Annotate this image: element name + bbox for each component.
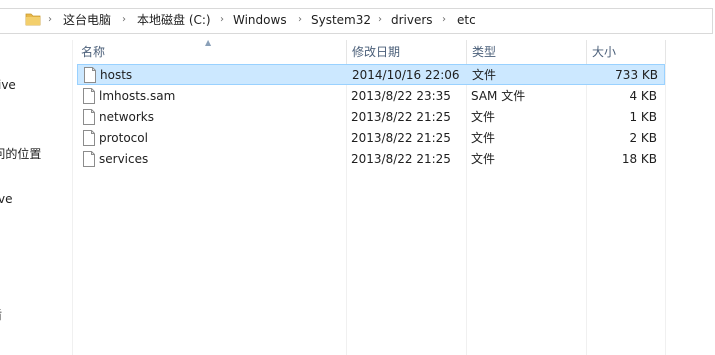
file-row[interactable]: networks 2013/8/22 21:25 文件 1 KB <box>77 107 665 128</box>
folder-icon <box>25 13 41 26</box>
file-name: networks <box>99 110 154 124</box>
file-modified: 2013/8/22 21:25 <box>351 152 451 166</box>
file-row[interactable]: protocol 2013/8/22 21:25 文件 2 KB <box>77 128 665 149</box>
breadcrumb-drivers[interactable]: drivers <box>391 11 433 29</box>
file-type: 文件 <box>471 110 496 124</box>
file-icon <box>83 130 95 146</box>
file-type: 文件 <box>471 152 496 166</box>
chevron-right-icon[interactable]: › <box>375 13 385 27</box>
file-modified: 2014/10/16 22:06 <box>352 68 460 82</box>
file-row[interactable]: hosts 2014/10/16 22:06 文件 733 KB <box>77 64 665 85</box>
breadcrumb-this-pc[interactable]: 这台电脑 <box>63 11 111 29</box>
file-name: lmhosts.sam <box>99 89 176 103</box>
column-line <box>665 64 666 355</box>
column-divider[interactable] <box>586 40 587 64</box>
breadcrumb-windows[interactable]: Windows <box>233 11 287 29</box>
chevron-right-icon[interactable]: › <box>295 13 305 27</box>
file-type: SAM 文件 <box>471 89 526 103</box>
chevron-right-icon[interactable]: › <box>217 13 227 27</box>
chevron-right-icon[interactable]: › <box>439 13 449 27</box>
file-size: 733 KB <box>615 68 658 82</box>
file-type: 文件 <box>471 131 496 145</box>
file-modified: 2013/8/22 21:25 <box>351 131 451 145</box>
column-divider[interactable] <box>346 40 347 64</box>
column-header-modified[interactable]: 修改日期 <box>352 40 400 64</box>
pane-divider[interactable] <box>72 40 73 355</box>
file-name: protocol <box>99 131 148 145</box>
nav-item-recent-places[interactable]: l问的位置 <box>0 145 41 163</box>
file-icon <box>84 67 96 83</box>
nav-item-onedrive[interactable]: ive <box>0 76 16 94</box>
file-name: hosts <box>100 68 133 82</box>
file-type: 文件 <box>472 68 497 82</box>
navigation-pane: ive l问的位置 ve 盾 <box>0 40 60 355</box>
chevron-right-icon[interactable]: › <box>45 13 55 27</box>
file-row[interactable]: services 2013/8/22 21:25 文件 18 KB <box>77 149 665 170</box>
column-header-type[interactable]: 类型 <box>472 40 496 64</box>
column-header-name[interactable]: 名称 <box>81 40 105 64</box>
nav-item-drive[interactable]: ve <box>0 190 12 208</box>
nav-item-network[interactable]: 盾 <box>0 306 2 324</box>
file-icon <box>83 88 95 104</box>
file-size: 2 KB <box>629 131 657 145</box>
file-size: 18 KB <box>621 152 657 166</box>
column-divider[interactable] <box>466 40 467 64</box>
file-size: 4 KB <box>629 89 657 103</box>
chevron-right-icon[interactable]: › <box>119 13 129 27</box>
breadcrumb-etc[interactable]: etc <box>457 11 476 29</box>
file-modified: 2013/8/22 23:35 <box>351 89 451 103</box>
file-modified: 2013/8/22 21:25 <box>351 110 451 124</box>
breadcrumb-local-disk[interactable]: 本地磁盘 (C:) <box>137 11 211 29</box>
column-header-size[interactable]: 大小 <box>592 40 616 64</box>
breadcrumb-system32[interactable]: System32 <box>311 11 371 29</box>
file-icon <box>83 109 95 125</box>
column-divider[interactable] <box>665 40 666 64</box>
file-name: services <box>99 152 149 166</box>
file-icon <box>83 151 95 167</box>
file-row[interactable]: lmhosts.sam 2013/8/22 23:35 SAM 文件 4 KB <box>77 86 665 107</box>
file-size: 1 KB <box>629 110 657 124</box>
sort-up-icon: ▲ <box>205 38 212 47</box>
address-bar: › 这台电脑 › 本地磁盘 (C:) › Windows › System32 … <box>0 0 713 40</box>
